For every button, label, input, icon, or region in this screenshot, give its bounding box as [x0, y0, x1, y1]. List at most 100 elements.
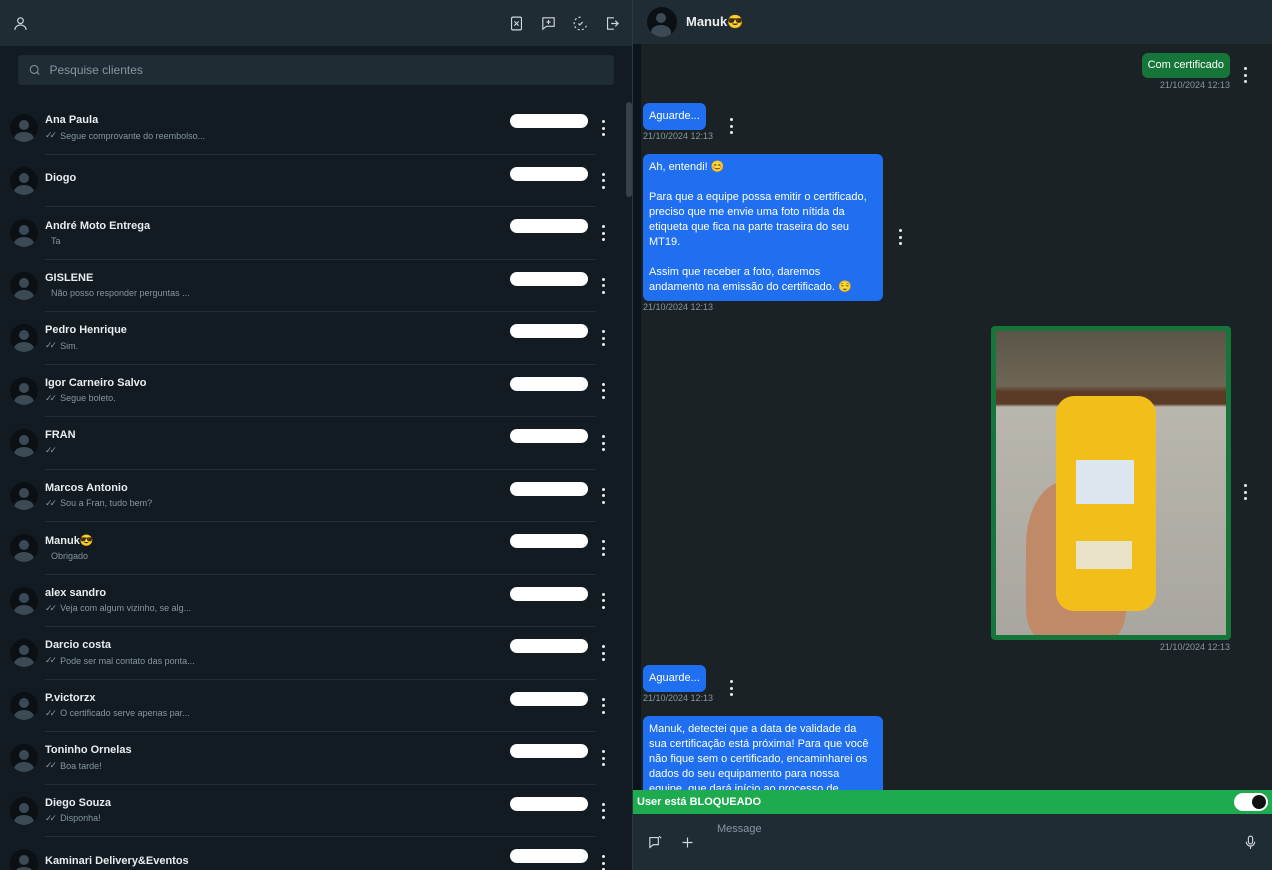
redaction-mark: [510, 744, 588, 758]
redaction-mark: [510, 534, 588, 548]
contact-row[interactable]: Pedro Henrique ✓✓ Sim.: [0, 312, 622, 365]
attach-plus-icon[interactable]: [677, 832, 697, 852]
chat-contact-name: Manuk😎: [686, 14, 744, 29]
redaction-mark: [510, 639, 588, 653]
message-bubble-incoming: Aguarde...: [643, 665, 706, 692]
read-ticks-icon: ✓✓: [45, 130, 57, 141]
last-message: ✓✓ Disponha!: [45, 813, 596, 824]
contact-info: Marcos Antonio ✓✓ Sou a Fran, tudo bem?: [45, 470, 596, 522]
last-message-text: Disponha!: [60, 813, 101, 824]
chat-pane: Manuk😎 Com certificado 21/10/2024 12:13 …: [633, 0, 1272, 870]
contact-row[interactable]: GISLENE Não posso responder perguntas ...: [0, 260, 622, 312]
redaction-mark: [510, 166, 588, 181]
contact-row[interactable]: alex sandro ✓✓ Veja com algum vizinho, se …: [0, 575, 622, 627]
message-text: Com certificado: [1147, 59, 1224, 71]
avatar: [10, 639, 38, 668]
avatar[interactable]: [647, 7, 677, 37]
contact-menu-button[interactable]: [598, 225, 608, 242]
contact-info: Pedro Henrique ✓✓ Sim.: [45, 312, 596, 365]
contact-list-scrollbar[interactable]: [626, 102, 632, 197]
contact-row[interactable]: Diogo: [0, 155, 622, 207]
redaction-mark: [510, 849, 588, 863]
search-input[interactable]: [49, 63, 604, 77]
message-text: Aguarde...: [649, 110, 700, 122]
message-menu-button[interactable]: [726, 118, 736, 134]
contact-row[interactable]: Marcos Antonio ✓✓ Sou a Fran, tudo bem?: [0, 470, 622, 522]
contact-info: P.victorzx ✓✓ O certificado serve apenas p…: [45, 680, 596, 732]
last-message: ✓✓ Segue boleto.: [45, 393, 596, 404]
contact-info: Darcio costa ✓✓ Pode ser mal contato das p…: [45, 627, 596, 680]
read-ticks-icon: ✓✓: [45, 445, 57, 456]
contact-menu-button[interactable]: [598, 802, 608, 819]
contact-row[interactable]: Diego Souza ✓✓ Disponha!: [0, 785, 622, 837]
contact-row[interactable]: Igor Carneiro Salvo ✓✓ Segue boleto.: [0, 365, 622, 417]
contact-info: Ana Paula ✓✓ Segue comprovante do reembols…: [45, 102, 596, 155]
message-menu-button[interactable]: [1240, 67, 1250, 83]
message-time: 21/10/2024 12:13: [1159, 80, 1230, 90]
block-toggle[interactable]: [1234, 793, 1268, 811]
contact-menu-button[interactable]: [598, 697, 608, 714]
redaction-mark: [510, 796, 588, 811]
contacts-header: [0, 0, 632, 46]
status-icon[interactable]: [570, 13, 590, 33]
contact-info: Diego Souza ✓✓ Disponha!: [45, 785, 596, 837]
message-menu-button[interactable]: [895, 229, 905, 245]
last-message-text: Pode ser mal contato das ponta...: [60, 655, 195, 666]
message-menu-button[interactable]: [1240, 484, 1250, 500]
contact-menu-button[interactable]: [598, 645, 608, 662]
chat-header: Manuk😎: [633, 0, 1272, 44]
read-ticks-icon: ✓✓: [45, 392, 57, 403]
contact-menu-button[interactable]: [598, 592, 608, 609]
close-square-icon[interactable]: [506, 13, 526, 33]
avatar: [10, 796, 38, 825]
contact-info: alex sandro ✓✓ Veja com algum vizinho, se …: [45, 575, 596, 627]
read-ticks-icon: ✓✓: [45, 707, 57, 718]
last-message-text: Sim.: [60, 340, 79, 351]
contact-menu-button[interactable]: [598, 435, 608, 452]
contact-menu-button[interactable]: [598, 330, 608, 347]
message-input[interactable]: [717, 819, 1220, 865]
contact-menu-button[interactable]: [598, 120, 608, 137]
logout-icon[interactable]: [602, 13, 622, 33]
avatar: [10, 481, 38, 510]
contact-info: Toninho Ornelas ✓✓ Boa tarde!: [45, 732, 596, 785]
avatar: [10, 849, 38, 870]
avatar: [10, 114, 38, 143]
read-ticks-icon: ✓✓: [45, 497, 57, 508]
user-icon[interactable]: [10, 13, 30, 33]
contact-row[interactable]: Ana Paula ✓✓ Segue comprovante do reembols…: [0, 102, 622, 155]
contact-menu-button[interactable]: [598, 277, 608, 294]
contact-row[interactable]: Darcio costa ✓✓ Pode ser mal contato das p…: [0, 627, 622, 680]
redaction-mark: [510, 429, 588, 443]
contact-info: Diogo: [45, 155, 596, 207]
avatar: [10, 744, 38, 773]
last-message: Ta: [45, 236, 596, 246]
last-message: ✓✓ O certificado serve apenas par...: [45, 708, 596, 719]
contact-menu-button[interactable]: [598, 172, 608, 189]
redaction-mark: [510, 481, 588, 496]
quick-reply-icon[interactable]: [645, 832, 665, 852]
contact-info: André Moto Entrega Ta: [45, 207, 596, 260]
contact-row[interactable]: André Moto Entrega Ta: [0, 207, 622, 260]
redaction-mark: [510, 586, 588, 601]
contact-row[interactable]: P.victorzx ✓✓ O certificado serve apenas p…: [0, 680, 622, 732]
contact-menu-button[interactable]: [598, 855, 608, 870]
new-chat-icon[interactable]: [538, 13, 558, 33]
blocked-banner: User está BLOQUEADO: [633, 790, 1272, 814]
contact-menu-button[interactable]: [598, 540, 608, 557]
message-time: 21/10/2024 12:13: [643, 302, 714, 312]
contact-menu-button[interactable]: [598, 750, 608, 767]
contact-menu-button[interactable]: [598, 382, 608, 399]
last-message: ✓✓ Sou a Fran, tudo bem?: [45, 498, 596, 509]
message-menu-button[interactable]: [726, 680, 736, 696]
contact-row[interactable]: Toninho Ornelas ✓✓ Boa tarde!: [0, 732, 622, 785]
image-message[interactable]: [991, 326, 1231, 640]
contact-menu-button[interactable]: [598, 487, 608, 504]
redaction-mark: [510, 324, 588, 338]
message-composer: [633, 814, 1272, 870]
contact-row[interactable]: Manuk😎 Obrigado: [0, 522, 622, 575]
microphone-icon[interactable]: [1240, 832, 1260, 852]
contact-row[interactable]: Kaminari Delivery&Eventos: [0, 837, 622, 870]
search-box: [18, 55, 614, 85]
contact-row[interactable]: FRAN ✓✓: [0, 417, 622, 470]
